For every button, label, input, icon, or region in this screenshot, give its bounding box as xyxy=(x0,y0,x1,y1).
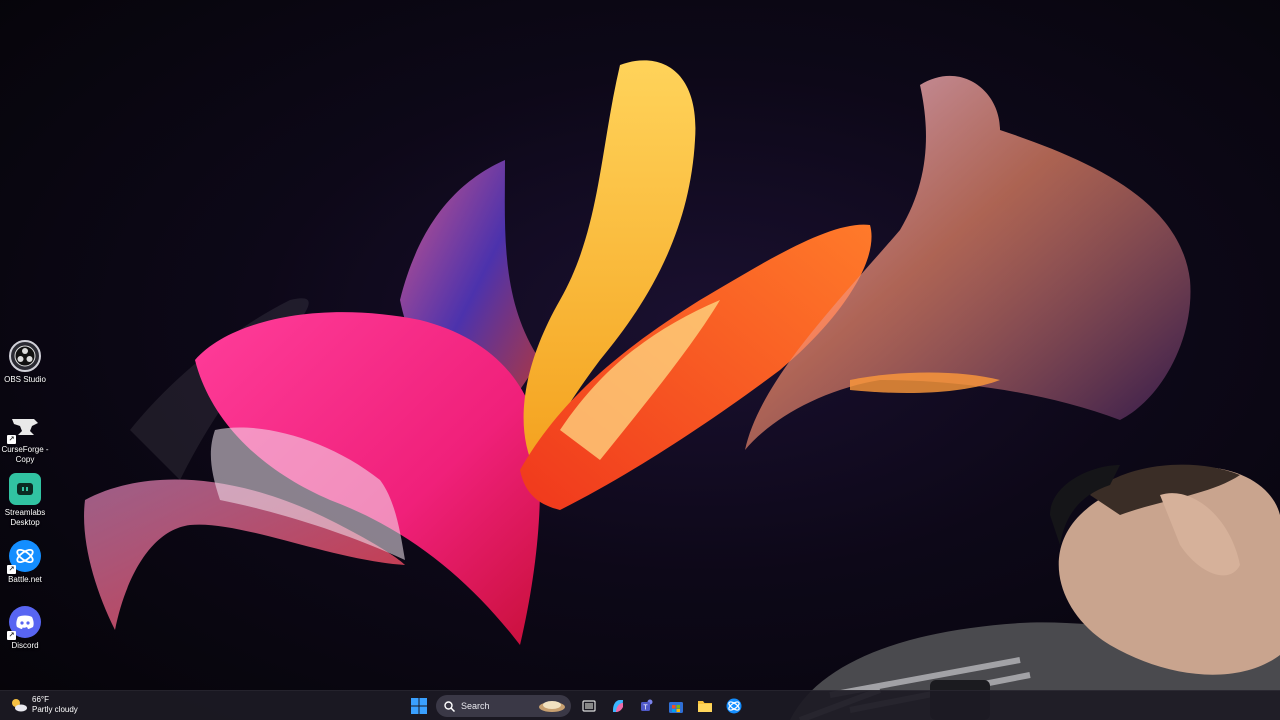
shortcut-arrow-icon: ↗ xyxy=(7,631,16,640)
desktop-icon-battlenet[interactable]: ↗ Battle.net xyxy=(0,540,50,585)
teams-button[interactable]: T xyxy=(635,694,659,718)
desktop-icon-label: Battle.net xyxy=(8,575,42,584)
copilot-button[interactable] xyxy=(606,694,630,718)
file-explorer-button[interactable] xyxy=(693,694,717,718)
battlenet-icon xyxy=(726,698,742,714)
desktop: OBS Studio ↗ CurseForge - Copy Streamlab… xyxy=(0,0,1280,720)
microsoft-store-icon xyxy=(669,702,683,713)
desktop-icon-label: CurseForge - Copy xyxy=(1,445,49,464)
copilot-icon xyxy=(613,700,623,712)
streamlabs-icon xyxy=(9,473,41,505)
taskbar: 66°F Partly cloudy Search T xyxy=(0,690,1280,720)
shortcut-arrow-icon: ↗ xyxy=(7,435,16,444)
battlenet-icon: ↗ xyxy=(7,540,41,574)
search-label: Search xyxy=(461,701,490,711)
store-button[interactable] xyxy=(664,694,688,718)
windows-start-icon xyxy=(411,698,427,714)
search-highlight-icon xyxy=(539,701,565,712)
taskbar-center: Search T xyxy=(407,694,751,718)
discord-icon: ↗ xyxy=(7,606,41,640)
svg-text:T: T xyxy=(643,705,648,712)
desktop-icon-label: OBS Studio xyxy=(4,375,46,384)
desktop-icon-obs-studio[interactable]: OBS Studio xyxy=(0,340,50,385)
search-icon xyxy=(444,700,455,712)
weather-condition: Partly cloudy xyxy=(32,705,78,714)
desktop-icon-streamlabs[interactable]: Streamlabs Desktop xyxy=(0,473,50,528)
shortcut-arrow-icon: ↗ xyxy=(7,565,16,574)
desktop-icon-label: Discord xyxy=(11,641,39,650)
desktop-icon-curseforge[interactable]: ↗ CurseForge - Copy xyxy=(0,410,50,465)
weather-widget[interactable]: 66°F Partly cloudy xyxy=(10,695,78,715)
folder-icon xyxy=(698,701,712,712)
partly-cloudy-icon xyxy=(12,699,27,712)
taskbar-search[interactable]: Search xyxy=(436,695,571,717)
task-view-icon xyxy=(582,700,596,712)
desktop-icon-discord[interactable]: ↗ Discord xyxy=(0,606,50,651)
task-view-button[interactable] xyxy=(577,694,601,718)
weather-temperature: 66°F xyxy=(32,695,49,704)
obs-studio-icon xyxy=(9,340,41,372)
webcam-overlay xyxy=(790,464,1280,720)
battlenet-taskbar-button[interactable] xyxy=(722,694,746,718)
start-button[interactable] xyxy=(407,694,431,718)
teams-icon: T xyxy=(641,699,653,712)
desktop-icon-label: Streamlabs Desktop xyxy=(4,508,46,527)
curseforge-icon: ↗ xyxy=(7,410,41,444)
